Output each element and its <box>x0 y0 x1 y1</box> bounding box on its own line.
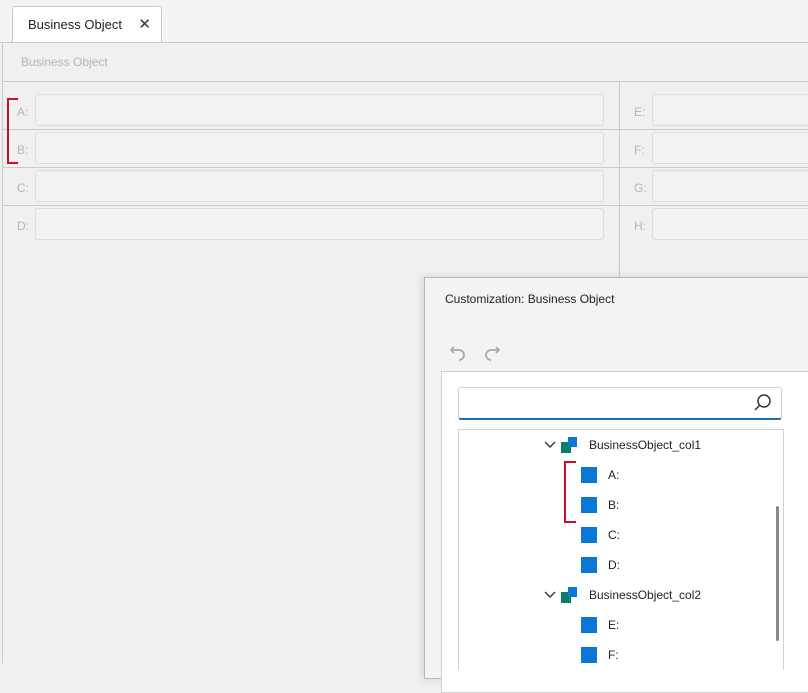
selection-bracket <box>564 461 576 523</box>
row-separator <box>3 167 808 168</box>
search-icon[interactable] <box>753 393 773 413</box>
tree-scrollbar[interactable] <box>771 430 783 670</box>
layout-tree: BusinessObject_col1 A: B: C: D: Business… <box>458 429 784 670</box>
row-separator <box>3 205 808 206</box>
layout-item-icon <box>581 467 597 483</box>
close-icon[interactable]: ✕ <box>138 15 151 33</box>
tree-item-c[interactable]: C: <box>581 520 763 550</box>
field-input-d[interactable] <box>35 208 604 240</box>
tree-item-f[interactable]: F: <box>581 640 763 670</box>
tab-business-object[interactable]: Business Object ✕ <box>12 6 162 42</box>
field-input-e[interactable] <box>652 94 808 126</box>
tree-item-e[interactable]: E: <box>581 610 763 640</box>
layout-item-icon <box>581 557 597 573</box>
layout-item-icon <box>581 527 597 543</box>
chevron-down-icon[interactable] <box>543 438 557 452</box>
tree-item-label: F: <box>608 648 619 662</box>
search-input[interactable] <box>465 392 739 416</box>
field-input-h[interactable] <box>652 208 808 240</box>
layout-item-icon <box>581 647 597 663</box>
tree-item-d[interactable]: D: <box>581 550 763 580</box>
tree-item-b[interactable]: B: <box>581 490 763 520</box>
tree-group-label: BusinessObject_col2 <box>589 588 702 602</box>
group-title: Business Object <box>21 55 108 69</box>
redo-icon[interactable] <box>481 341 503 363</box>
search-box[interactable] <box>458 387 782 420</box>
chevron-down-icon[interactable] <box>543 588 557 602</box>
dialog-title: Customization: Business Object <box>445 292 615 306</box>
tree-item-label: E: <box>608 618 620 632</box>
tree-item-label: B: <box>608 498 620 512</box>
tree-item-label: A: <box>608 468 620 482</box>
field-label-a: A: <box>17 105 29 119</box>
field-label-d: D: <box>17 219 29 233</box>
selection-bracket <box>7 98 18 164</box>
field-label-g: G: <box>634 181 647 195</box>
field-label-e: E: <box>634 105 646 119</box>
scrollbar-thumb[interactable] <box>776 506 779 641</box>
document-tab-strip: Business Object ✕ <box>0 0 808 43</box>
tree-item-label: C: <box>608 528 620 542</box>
tree-group-col1[interactable]: BusinessObject_col1 <box>543 430 763 460</box>
field-input-g[interactable] <box>652 170 808 202</box>
tree-item-label: D: <box>608 558 620 572</box>
field-input-f[interactable] <box>652 132 808 164</box>
row-separator <box>3 129 808 130</box>
field-label-f: F: <box>634 143 645 157</box>
field-label-c: C: <box>17 181 29 195</box>
tab-label: Business Object <box>28 17 122 32</box>
field-input-c[interactable] <box>35 170 604 202</box>
tree-item-a[interactable]: A: <box>581 460 763 490</box>
tree-group-col2[interactable]: BusinessObject_col2 <box>543 580 763 610</box>
field-input-a[interactable] <box>35 94 604 126</box>
customization-dialog: Customization: Business Object BusinessO… <box>424 277 808 693</box>
layout-item-icon <box>581 617 597 633</box>
layout-group-icon <box>561 587 577 603</box>
layout-item-icon <box>581 497 597 513</box>
group-header: Business Object <box>3 43 808 82</box>
layout-group-icon <box>561 437 577 453</box>
layout-tree-panel: BusinessObject_col1 A: B: C: D: Business… <box>441 371 808 693</box>
field-label-b: B: <box>17 143 29 157</box>
undo-icon[interactable] <box>447 341 469 363</box>
field-input-b[interactable] <box>35 132 604 164</box>
tree-group-label: BusinessObject_col1 <box>589 438 702 452</box>
field-label-h: H: <box>634 219 646 233</box>
